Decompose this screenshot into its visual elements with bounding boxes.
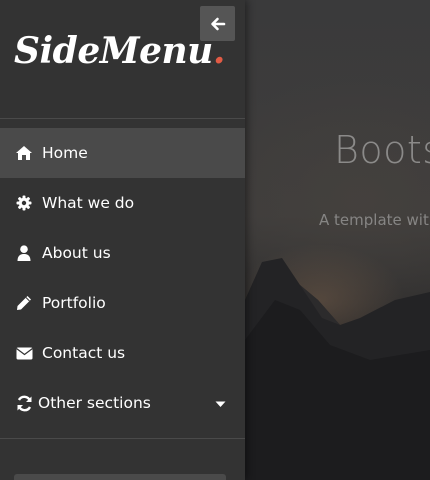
envelope-icon bbox=[14, 343, 34, 363]
sidebar-item-label: Other sections bbox=[38, 394, 151, 412]
sidebar-item-label: What we do bbox=[42, 194, 135, 212]
sidebar-divider-bottom bbox=[0, 438, 245, 439]
sidebar-item-label: Home bbox=[42, 144, 88, 162]
hero-title: Boots bbox=[334, 128, 430, 172]
sidebar-divider-top bbox=[0, 118, 245, 119]
sidebar-item-about-us[interactable]: About us bbox=[0, 228, 245, 278]
sidebar-item-what-we-do[interactable]: What we do bbox=[0, 178, 245, 228]
chevron-down-icon[interactable] bbox=[215, 394, 226, 412]
sidebar-item-contact-us[interactable]: Contact us bbox=[0, 328, 245, 378]
user-icon bbox=[14, 243, 34, 263]
pencil-icon bbox=[14, 293, 34, 313]
page: Boots A template with SideMenu. Home bbox=[0, 0, 430, 480]
logo-dot: . bbox=[212, 30, 226, 72]
sidebar-item-label: Portfolio bbox=[42, 294, 106, 312]
sidebar-menu: Home What we do About us Portfolio Conta… bbox=[0, 128, 245, 428]
sidebar-item-portfolio[interactable]: Portfolio bbox=[0, 278, 245, 328]
hero-subtitle: A template with bbox=[319, 211, 430, 229]
sidebar-item-home[interactable]: Home bbox=[0, 128, 245, 178]
home-icon bbox=[14, 143, 34, 163]
sidebar-logo[interactable]: SideMenu. bbox=[14, 30, 225, 72]
sidebar: SideMenu. Home What we do About us Portf… bbox=[0, 0, 245, 480]
sidebar-item-label: Contact us bbox=[42, 344, 126, 362]
sidebar-item-label: About us bbox=[42, 244, 111, 262]
logo-text: SideMenu bbox=[14, 30, 213, 72]
sidebar-item-other-sections[interactable]: Other sections bbox=[0, 378, 245, 428]
sidebar-bottom-panel[interactable] bbox=[14, 474, 226, 480]
refresh-icon bbox=[14, 393, 34, 413]
gear-icon bbox=[14, 193, 34, 213]
